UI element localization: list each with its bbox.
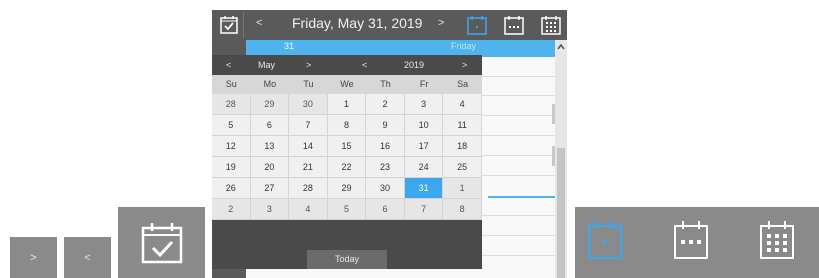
day-cell[interactable]: 23 <box>366 157 405 178</box>
day-cell[interactable]: 12 <box>212 136 251 157</box>
date-title[interactable]: Friday, May 31, 2019 <box>292 15 422 31</box>
day-cell[interactable]: 2 <box>366 94 405 115</box>
month-label[interactable]: May <box>258 60 275 70</box>
day-cell[interactable]: 22 <box>327 157 367 178</box>
date-picker-dropdown: < May > < 2019 > Su Mo Tu We Th Fr Sa 28… <box>212 55 482 269</box>
weekday-label: Fr <box>419 79 429 89</box>
weekday-label: Sa <box>457 79 469 89</box>
day-cell[interactable]: 30 <box>366 178 405 199</box>
calendar-day-icon[interactable] <box>587 219 623 261</box>
weekday-label: Su <box>225 79 237 89</box>
day-cell[interactable]: 3 <box>404 94 444 115</box>
week-row: 26 27 28 29 30 31 1 <box>212 178 482 199</box>
calendar-window: 31 Friday < Friday, May 31, 2019 > < May… <box>212 10 567 278</box>
day-name: Friday <box>451 41 477 51</box>
prev-button-label: < <box>84 251 91 264</box>
scroll-up-arrow-icon[interactable] <box>557 44 565 50</box>
day-cell[interactable]: 3 <box>250 199 290 220</box>
today-button-zoomed[interactable] <box>118 207 205 278</box>
day-cell[interactable]: 28 <box>289 178 328 199</box>
weekday-label: Mo <box>263 79 277 89</box>
day-cell[interactable]: 13 <box>250 136 290 157</box>
calendar-check-icon <box>139 220 185 266</box>
day-cell[interactable]: 24 <box>404 157 444 178</box>
week-row: 19 20 21 22 23 24 25 <box>212 157 482 178</box>
day-cell[interactable]: 16 <box>366 136 405 157</box>
week-row: 5 6 7 8 9 10 11 <box>212 115 482 136</box>
day-cell[interactable]: 2 <box>212 199 251 220</box>
day-cell[interactable]: 25 <box>443 157 482 178</box>
day-cell[interactable]: 19 <box>212 157 251 178</box>
day-cell[interactable]: 28 <box>212 94 251 115</box>
day-number: 31 <box>284 41 295 51</box>
day-cell[interactable]: 5 <box>327 199 367 220</box>
previous-day-button[interactable]: < <box>256 17 262 29</box>
next-day-button[interactable]: > <box>438 17 444 29</box>
day-cell[interactable]: 15 <box>327 136 367 157</box>
selected-day-cell[interactable]: 31 <box>404 178 444 199</box>
top-toolbar: < Friday, May 31, 2019 > <box>212 10 567 40</box>
day-cell[interactable]: 30 <box>289 94 328 115</box>
day-cell[interactable]: 21 <box>289 157 328 178</box>
date-picker-footer: Today <box>212 250 482 269</box>
view-switcher-zoomed <box>575 207 819 278</box>
day-cell[interactable]: 4 <box>443 94 482 115</box>
previous-month-button[interactable]: < <box>226 60 231 70</box>
weekday-label: We <box>340 79 354 89</box>
today-select-button[interactable]: Today <box>307 250 387 269</box>
day-cell[interactable]: 4 <box>289 199 328 220</box>
current-time-line <box>488 196 555 198</box>
day-cell[interactable]: 5 <box>212 115 251 136</box>
next-button-label: > <box>30 251 37 264</box>
day-grid: 28 29 30 1 2 3 4 5 6 7 8 9 10 11 12 13 1… <box>212 94 482 220</box>
day-cell[interactable]: 27 <box>250 178 290 199</box>
next-year-button[interactable]: > <box>462 60 467 70</box>
week-row: 28 29 30 1 2 3 4 <box>212 94 482 115</box>
day-cell[interactable]: 1 <box>443 178 482 199</box>
calendar-week-icon[interactable] <box>673 219 709 261</box>
scrollbar-thumb[interactable] <box>557 148 565 278</box>
year-label[interactable]: 2019 <box>404 60 424 70</box>
calendar-month-icon[interactable] <box>759 219 795 261</box>
calendar-day-icon[interactable] <box>467 15 487 35</box>
day-cell[interactable]: 8 <box>327 115 367 136</box>
next-button-zoomed[interactable]: > <box>10 237 57 278</box>
today-button[interactable] <box>214 12 244 38</box>
day-cell[interactable]: 18 <box>443 136 482 157</box>
day-cell[interactable]: 26 <box>212 178 251 199</box>
weekday-label: Th <box>380 79 391 89</box>
day-cell[interactable]: 17 <box>404 136 444 157</box>
day-cell[interactable]: 7 <box>404 199 444 220</box>
day-cell[interactable]: 7 <box>289 115 328 136</box>
day-cell[interactable]: 8 <box>443 199 482 220</box>
previous-year-button[interactable]: < <box>362 60 367 70</box>
day-cell[interactable]: 10 <box>404 115 444 136</box>
calendar-week-icon[interactable] <box>504 15 524 35</box>
day-cell[interactable]: 14 <box>289 136 328 157</box>
next-month-button[interactable]: > <box>306 60 311 70</box>
day-cell[interactable]: 11 <box>443 115 482 136</box>
weekday-label: Tu <box>303 79 314 89</box>
date-picker-header: < May > < 2019 > <box>212 55 482 75</box>
week-row: 2 3 4 5 6 7 8 <box>212 199 482 220</box>
calendar-check-icon <box>220 15 238 34</box>
day-cell[interactable]: 29 <box>327 178 367 199</box>
day-cell[interactable]: 20 <box>250 157 290 178</box>
day-cell[interactable]: 6 <box>250 115 290 136</box>
day-cell[interactable]: 6 <box>366 199 405 220</box>
week-row: 12 13 14 15 16 17 18 <box>212 136 482 157</box>
weekday-header-row: Su Mo Tu We Th Fr Sa <box>212 75 482 94</box>
prev-button-zoomed[interactable]: < <box>64 237 111 278</box>
day-cell[interactable]: 29 <box>250 94 290 115</box>
day-cell[interactable]: 1 <box>327 94 367 115</box>
calendar-month-icon[interactable] <box>541 15 561 35</box>
day-cell[interactable]: 9 <box>366 115 405 136</box>
